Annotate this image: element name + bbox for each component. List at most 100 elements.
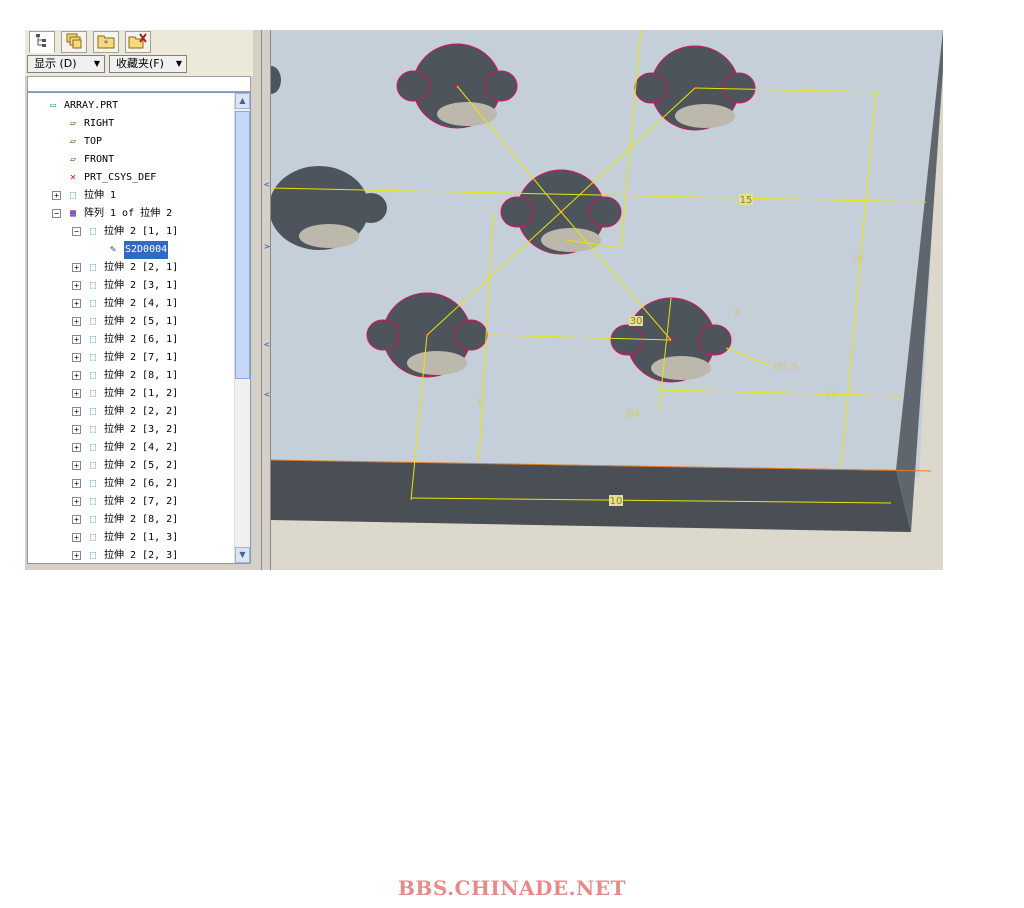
tree-item[interactable]: + ⬚ 拉伸 2 [3, 1] bbox=[28, 277, 234, 295]
folder-icon: * bbox=[97, 35, 115, 49]
pane-splitter[interactable]: < > < < bbox=[261, 30, 271, 570]
expand-icon[interactable]: + bbox=[52, 191, 61, 200]
expand-icon[interactable]: + bbox=[72, 425, 81, 434]
tree-item[interactable]: ▱ TOP bbox=[28, 133, 234, 151]
expand-icon[interactable]: + bbox=[72, 461, 81, 470]
extrude-icon: ⬚ bbox=[89, 514, 97, 525]
collapse-left-icon[interactable]: < bbox=[263, 340, 271, 350]
pattern-icon: ▦ bbox=[69, 208, 77, 219]
tree-item[interactable]: + ⬚ 拉伸 2 [8, 2] bbox=[28, 511, 234, 529]
expand-icon[interactable]: + bbox=[72, 299, 81, 308]
expand-icon[interactable]: + bbox=[72, 389, 81, 398]
tree-item[interactable]: + ⬚ 拉伸 2 [7, 2] bbox=[28, 493, 234, 511]
expand-icon[interactable]: + bbox=[72, 281, 81, 290]
tree-item[interactable]: + ⬚ 拉伸 2 [5, 1] bbox=[28, 313, 234, 331]
expand-icon[interactable]: + bbox=[72, 335, 81, 344]
graphics-viewport[interactable]: 15 18 8 10 6 10 Ø1.5 Ø4 30 bbox=[261, 29, 943, 570]
tree-item[interactable]: + ⬚ 拉伸 2 [6, 1] bbox=[28, 331, 234, 349]
expand-icon[interactable]: + bbox=[72, 407, 81, 416]
tree-item[interactable]: + ⬚ 拉伸 2 [2, 3] bbox=[28, 547, 234, 563]
dim-15-label[interactable]: 15 bbox=[740, 195, 753, 206]
extrude-icon: ⬚ bbox=[89, 352, 97, 363]
expand-icon[interactable]: + bbox=[72, 353, 81, 362]
tree-item-label: 拉伸 2 [7, 1] bbox=[104, 352, 179, 363]
layers-tab[interactable] bbox=[61, 31, 87, 53]
tree-item[interactable]: ▱ FRONT bbox=[28, 151, 234, 169]
tree-item[interactable]: + ⬚ 拉伸 2 [4, 2] bbox=[28, 439, 234, 457]
expand-icon[interactable]: + bbox=[72, 443, 81, 452]
model-tree: ▲ ▼ ▭ ARRAY.PRT ▱ RIGHT ▱ TOP ▱ FRONT ✕ PRT_CSYS_… bbox=[27, 92, 251, 564]
expand-icon[interactable]: + bbox=[72, 515, 81, 524]
extrude-icon: ⬚ bbox=[89, 460, 97, 471]
tree-item-label: 拉伸 2 [4, 1] bbox=[104, 298, 179, 309]
tree-scrollbar[interactable]: ▲ ▼ bbox=[234, 93, 250, 563]
dim-6-label[interactable]: 6 bbox=[478, 397, 484, 408]
scroll-thumb[interactable] bbox=[235, 111, 250, 379]
favorites-folder-icon bbox=[128, 33, 147, 49]
extrude-icon: ⬚ bbox=[89, 442, 97, 453]
tree-item[interactable]: + ⬚ 拉伸 2 [2, 1] bbox=[28, 259, 234, 277]
chevron-down-icon: ▼ bbox=[93, 59, 100, 68]
tree-item[interactable]: + ⬚ 拉伸 2 [7, 1] bbox=[28, 349, 234, 367]
tree-item[interactable]: + ⬚ 拉伸 2 [1, 2] bbox=[28, 385, 234, 403]
tree-item[interactable]: + ⬚ 拉伸 2 [5, 2] bbox=[28, 457, 234, 475]
model-view[interactable]: 15 18 8 10 6 10 Ø1.5 Ø4 30 bbox=[261, 29, 943, 570]
tree-item-label: 拉伸 2 [3, 1] bbox=[104, 280, 179, 291]
collapse-left-icon[interactable]: < bbox=[263, 390, 271, 400]
dim-dia-4-label[interactable]: Ø4 bbox=[626, 408, 640, 420]
model-tree-icon bbox=[36, 34, 46, 47]
tree-item[interactable]: + ⬚ 拉伸 2 [1, 3] bbox=[28, 529, 234, 547]
tree-item-label: S2D0004 bbox=[124, 241, 169, 259]
plate-top-face bbox=[271, 30, 943, 478]
expand-right-icon[interactable]: > bbox=[263, 242, 271, 252]
dim-bottom-label[interactable]: 10 bbox=[610, 496, 623, 507]
extrude-icon: ⬚ bbox=[89, 424, 97, 435]
tree-item-label: 拉伸 2 [4, 2] bbox=[104, 442, 179, 453]
tree-item[interactable]: + ⬚ 拉伸 1 bbox=[28, 187, 234, 205]
tree-item-label: 拉伸 1 bbox=[84, 190, 117, 201]
collapse-icon[interactable]: − bbox=[72, 227, 81, 236]
expand-icon[interactable]: + bbox=[72, 497, 81, 506]
tree-item[interactable]: + ⬚ 拉伸 2 [4, 1] bbox=[28, 295, 234, 313]
tree-item-label: 拉伸 2 [8, 1] bbox=[104, 370, 179, 381]
tree-item[interactable]: + ⬚ 拉伸 2 [8, 1] bbox=[28, 367, 234, 385]
expand-icon[interactable]: + bbox=[72, 263, 81, 272]
navigator-tab-bar: * bbox=[25, 30, 253, 54]
collapse-icon[interactable]: − bbox=[52, 209, 61, 218]
show-dropdown[interactable]: 显示 (D) ▼ bbox=[27, 55, 105, 73]
tree-item[interactable]: ▭ ARRAY.PRT bbox=[28, 97, 234, 115]
expand-icon[interactable]: + bbox=[72, 551, 81, 560]
dim-10-label[interactable]: 10 bbox=[825, 390, 838, 401]
tree-item[interactable]: ✕ PRT_CSYS_DEF bbox=[28, 169, 234, 187]
layers-icon bbox=[66, 33, 82, 49]
favorites-dropdown[interactable]: 收藏夹(F) ▼ bbox=[109, 55, 187, 73]
tree-item[interactable]: + ⬚ 拉伸 2 [3, 2] bbox=[28, 421, 234, 439]
scroll-down-button[interactable]: ▼ bbox=[235, 547, 250, 563]
dim-dia-1-5-label[interactable]: Ø1.5 bbox=[774, 361, 798, 373]
dim-18-label[interactable]: 18 bbox=[851, 254, 864, 265]
dim-8-label[interactable]: 8 bbox=[734, 308, 740, 319]
dim-30-label[interactable]: 30 bbox=[630, 316, 643, 327]
expand-icon[interactable]: + bbox=[72, 479, 81, 488]
tree-item[interactable]: ▱ RIGHT bbox=[28, 115, 234, 133]
favorites-tab[interactable] bbox=[125, 31, 151, 53]
expand-icon[interactable]: + bbox=[72, 371, 81, 380]
extrude-icon: ⬚ bbox=[89, 496, 97, 507]
expand-icon[interactable]: + bbox=[72, 317, 81, 326]
scroll-up-button[interactable]: ▲ bbox=[235, 93, 250, 109]
plate-front-face bbox=[271, 460, 911, 532]
datum-plane-icon: ▱ bbox=[69, 118, 77, 129]
tree-item[interactable]: ✎ S2D0004 bbox=[28, 241, 234, 259]
show-dropdown-label: 显示 (D) bbox=[34, 57, 77, 70]
tree-item[interactable]: − ▦ 阵列 1 of 拉伸 2 bbox=[28, 205, 234, 223]
tree-item[interactable]: + ⬚ 拉伸 2 [2, 2] bbox=[28, 403, 234, 421]
tree-item-label: 拉伸 2 [6, 1] bbox=[104, 334, 179, 345]
extrude-icon: ⬚ bbox=[89, 262, 97, 273]
tree-item[interactable]: − ⬚ 拉伸 2 [1, 1] bbox=[28, 223, 234, 241]
expand-icon[interactable]: + bbox=[72, 533, 81, 542]
collapse-left-icon[interactable]: < bbox=[263, 180, 271, 190]
folder-browser-tab[interactable]: * bbox=[93, 31, 119, 53]
model-tree-tab[interactable] bbox=[29, 31, 55, 53]
favorites-dropdown-label: 收藏夹(F) bbox=[116, 57, 164, 70]
tree-item[interactable]: + ⬚ 拉伸 2 [6, 2] bbox=[28, 475, 234, 493]
